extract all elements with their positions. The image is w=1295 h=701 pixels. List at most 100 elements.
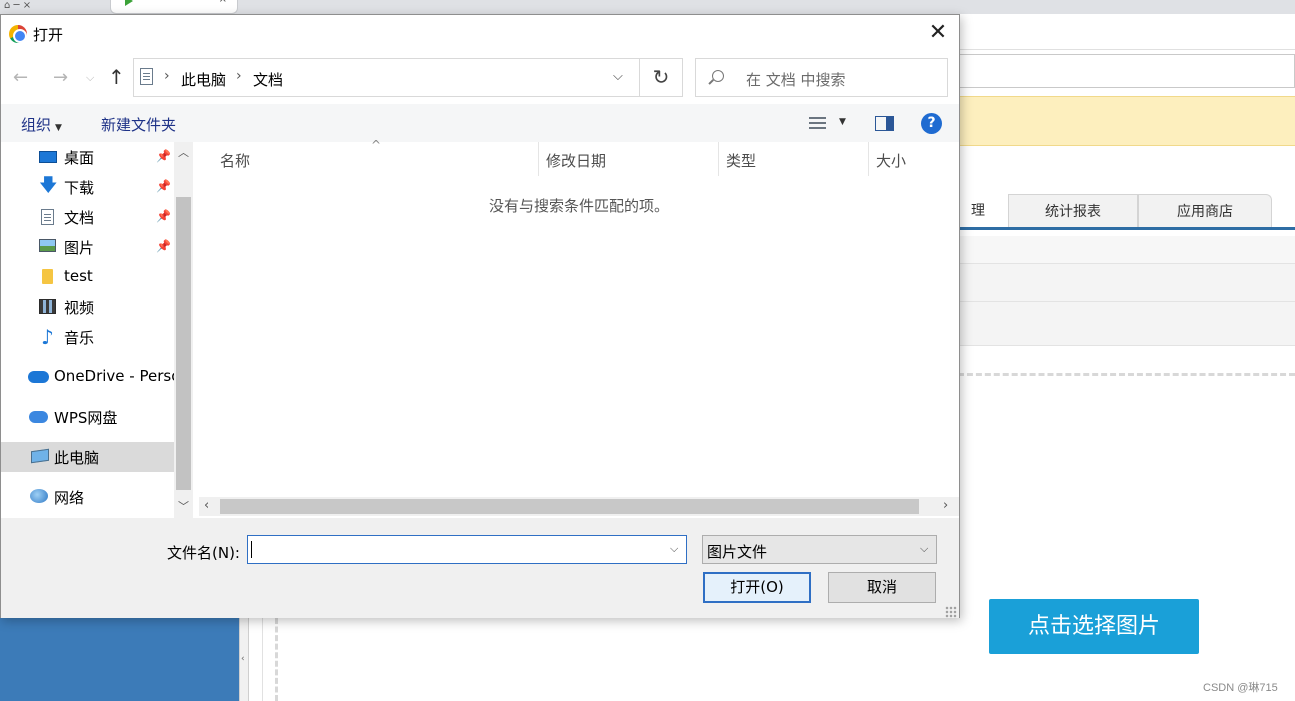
sidebar-item-music[interactable]: ♪ 音乐 <box>1 322 174 352</box>
sidebar-item-network[interactable]: 网络 <box>1 482 174 512</box>
new-folder-button[interactable]: 新建文件夹 <box>101 114 176 135</box>
refresh-button[interactable]: ↻ <box>640 58 683 97</box>
chevron-down-icon[interactable]: ⌵ <box>613 69 623 84</box>
pin-icon: 📌 <box>156 209 171 223</box>
pin-icon: 📌 <box>156 179 171 193</box>
command-bar: 组织 ▼ 新建文件夹 ▼ ? <box>1 104 959 142</box>
column-divider[interactable] <box>718 142 719 176</box>
view-list-icon[interactable] <box>809 117 826 130</box>
sidebar-item-pictures[interactable]: 图片 📌 <box>1 232 174 262</box>
nav-scrollbar[interactable]: ︿ ﹀ <box>174 142 193 518</box>
pin-icon: 📌 <box>156 239 171 253</box>
help-icon[interactable]: ? <box>921 113 942 134</box>
sidebar-item-label: OneDrive - Perso <box>54 367 174 385</box>
filetype-select[interactable]: 图片文件 ⌵ <box>702 535 937 564</box>
refresh-icon: ↻ <box>652 65 670 89</box>
sidebar-item-test[interactable]: test <box>1 262 174 292</box>
recent-locations-icon[interactable]: ⌵ <box>86 71 94 85</box>
close-button[interactable]: ✕ <box>917 19 959 49</box>
sidebar-item-onedrive[interactable]: OneDrive - Perso <box>1 362 174 392</box>
document-icon <box>140 68 153 85</box>
text-caret <box>251 541 252 558</box>
cancel-button[interactable]: 取消 <box>828 572 936 603</box>
sidebar-item-videos[interactable]: 视频 <box>1 292 174 322</box>
sidebar-item-desktop[interactable]: 桌面 📌 <box>1 142 174 172</box>
sidebar-item-wps[interactable]: WPS网盘 <box>1 402 174 432</box>
preview-pane-icon[interactable] <box>875 116 894 131</box>
folder-icon <box>42 269 53 284</box>
download-icon: 🡇 <box>39 175 58 196</box>
scroll-down-icon[interactable]: ﹀ <box>178 498 189 514</box>
sidebar-item-downloads[interactable]: 🡇 下载 📌 <box>1 172 174 202</box>
scrollbar-thumb[interactable] <box>220 499 919 514</box>
sidebar-item-label: 下载 <box>64 179 95 197</box>
sidebar-item-label: 音乐 <box>64 329 95 347</box>
breadcrumb-documents[interactable]: 文档 <box>253 69 283 90</box>
video-icon <box>39 299 56 314</box>
forward-arrow-icon[interactable]: → <box>53 67 68 88</box>
resize-grip-icon[interactable] <box>945 606 957 618</box>
chevron-right-icon[interactable]: › <box>236 68 242 84</box>
scroll-up-icon[interactable]: ︿ <box>178 144 189 160</box>
sidebar-item-documents[interactable]: 文档 📌 <box>1 202 174 232</box>
scroll-left-icon[interactable]: ‹ <box>204 498 209 513</box>
pin-icon: 📌 <box>156 149 171 163</box>
filename-input[interactable]: ⌵ <box>247 535 687 564</box>
sidebar-item-label: 视频 <box>64 299 95 317</box>
close-tab-icon[interactable]: × <box>219 0 227 5</box>
organize-menu[interactable]: 组织 ▼ <box>21 114 62 135</box>
sidebar-item-label: WPS网盘 <box>54 409 118 427</box>
nav-tab-app-store[interactable]: 应用商店 <box>1138 194 1272 228</box>
network-icon <box>30 489 48 503</box>
column-header-name[interactable]: 名称 <box>220 150 250 171</box>
upload-area-border <box>958 373 1295 376</box>
content-row <box>958 236 1295 264</box>
file-open-dialog: 打开 ✕ ← → ⌵ ↑ › 此电脑 › 文档 ⌵ ↻ 在 文档 中搜索 组织 ▼… <box>0 14 960 618</box>
this-pc-icon <box>31 448 49 464</box>
dialog-title: 打开 <box>33 26 64 44</box>
scrollbar-thumb[interactable] <box>176 197 191 490</box>
column-divider[interactable] <box>538 142 539 176</box>
browser-address-bar[interactable] <box>958 54 1295 88</box>
empty-message: 没有与搜索条件匹配的项。 <box>489 197 670 215</box>
content-row <box>958 264 1295 302</box>
pick-image-button[interactable]: 点击选择图片 <box>989 599 1199 654</box>
browser-tab-active[interactable]: × <box>110 0 238 14</box>
column-header-type[interactable]: 类型 <box>726 150 756 171</box>
sidebar-item-label: 图片 <box>64 239 95 257</box>
file-list: ^ 名称 修改日期 类型 大小 没有与搜索条件匹配的项。 ‹ › <box>197 138 959 518</box>
music-icon: ♪ <box>41 325 54 349</box>
chevron-down-icon[interactable]: ⌵ <box>670 542 678 556</box>
sidebar-item-this-pc[interactable]: 此电脑 <box>1 442 174 472</box>
browser-tab-strip: ⌂ ─ × × <box>0 0 1295 14</box>
column-header-modified[interactable]: 修改日期 <box>546 150 606 171</box>
breadcrumb-this-pc[interactable]: 此电脑 <box>181 69 226 90</box>
sidebar-collapse-handle[interactable]: ‹ <box>239 618 249 701</box>
sidebar-item-label: 网络 <box>54 489 85 507</box>
open-button[interactable]: 打开(O) <box>703 572 811 603</box>
wps-cloud-icon <box>29 411 48 423</box>
sort-ascending-icon: ^ <box>371 138 382 152</box>
content-row <box>958 302 1295 346</box>
search-input[interactable]: 在 文档 中搜索 <box>695 58 948 97</box>
back-arrow-icon[interactable]: ← <box>13 67 28 88</box>
up-arrow-icon[interactable]: ↑ <box>108 65 125 89</box>
scroll-right-icon[interactable]: › <box>943 498 948 513</box>
play-icon <box>125 0 133 6</box>
view-options-caret-icon[interactable]: ▼ <box>839 117 846 127</box>
horizontal-scrollbar[interactable]: ‹ › <box>199 497 959 516</box>
breadcrumb[interactable]: › 此电脑 › 文档 ⌵ <box>133 58 640 97</box>
pictures-icon <box>39 239 56 252</box>
navigation-pane: 桌面 📌 🡇 下载 📌 文档 📌 图片 📌 test 视频 ♪ 音乐 OneDr… <box>1 142 194 518</box>
dialog-footer: 文件名(N): ⌵ 图片文件 ⌵ 打开(O) 取消 <box>1 518 959 618</box>
dialog-titlebar[interactable]: 打开 ✕ <box>1 15 959 51</box>
app-sidebar <box>0 618 240 701</box>
filetype-value: 图片文件 <box>707 543 768 561</box>
search-placeholder: 在 文档 中搜索 <box>746 71 846 89</box>
column-divider[interactable] <box>868 142 869 176</box>
column-header-size[interactable]: 大小 <box>876 150 906 171</box>
chevron-down-icon: ⌵ <box>920 542 929 555</box>
chevron-right-icon[interactable]: › <box>164 68 170 84</box>
nav-tab-statistics[interactable]: 统计报表 <box>1008 194 1138 228</box>
home-icon[interactable]: ⌂ ─ × <box>4 0 31 11</box>
